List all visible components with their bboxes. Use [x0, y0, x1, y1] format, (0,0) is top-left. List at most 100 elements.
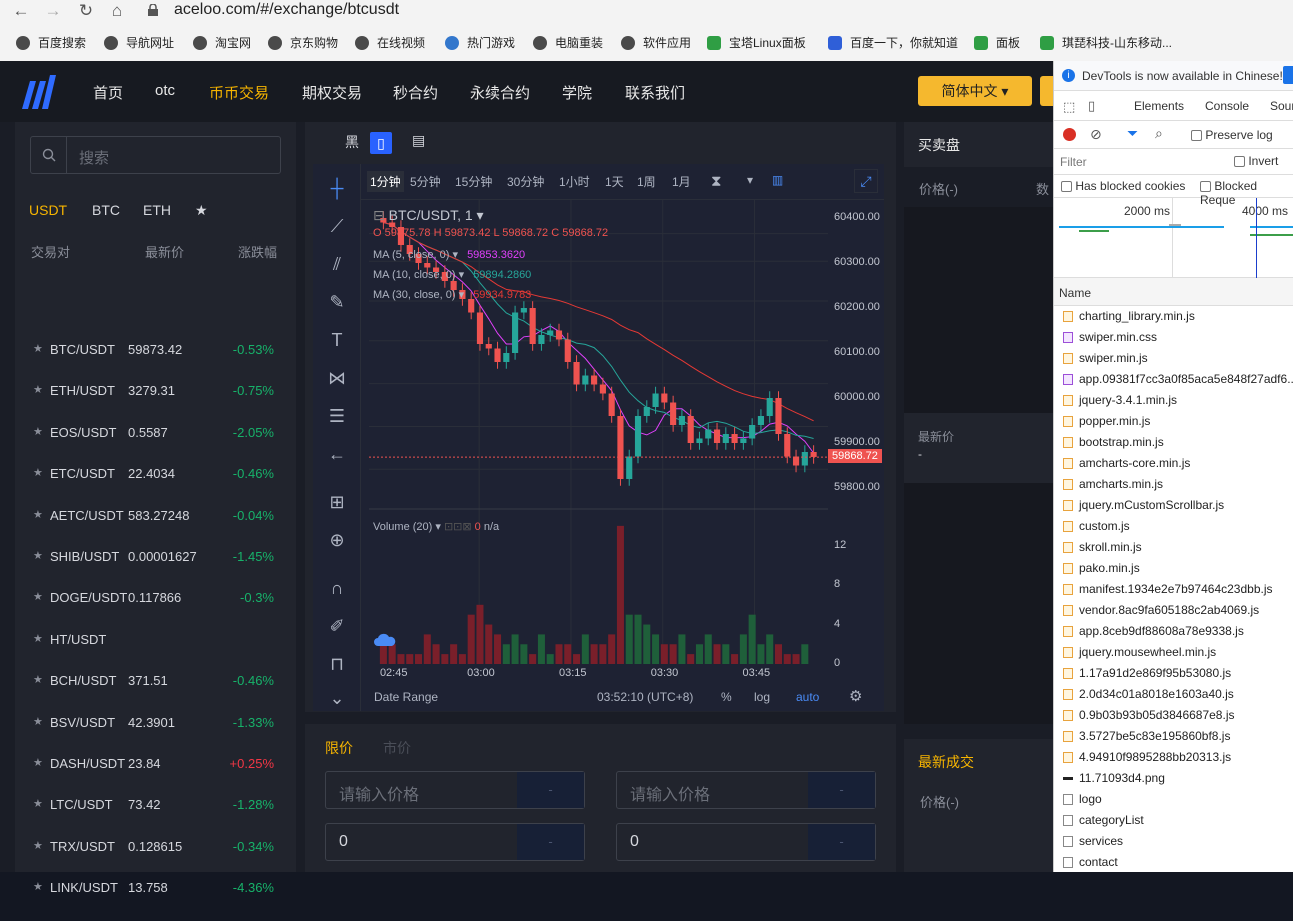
star-icon[interactable]: ★: [33, 797, 43, 810]
name-column-header[interactable]: Name: [1054, 278, 1293, 306]
star-icon[interactable]: ★: [33, 466, 43, 479]
bookmark-item[interactable]: 京东购物: [268, 34, 338, 52]
nav-item[interactable]: 联系我们: [625, 82, 685, 103]
fork-icon[interactable]: ⫽: [325, 252, 349, 276]
invert-checkbox[interactable]: Invert: [1234, 154, 1278, 168]
price-axis[interactable]: 60400.00 60300.00 60200.00 60100.00 60000.00…: [828, 200, 884, 679]
network-request[interactable]: app.09381f7cc3a0f85aca5e848f27adf6...: [1054, 369, 1293, 390]
network-request[interactable]: popper.min.js: [1054, 411, 1293, 432]
magnet-icon[interactable]: ∩: [325, 576, 349, 600]
network-request[interactable]: amcharts.min.js: [1054, 474, 1293, 495]
bookmark-item[interactable]: 宝塔Linux面板: [707, 34, 806, 52]
market-row[interactable]: ★ EOS/USDT 0.5587 -2.05%: [15, 425, 296, 466]
network-request[interactable]: 4.94910f9895288bb20313.js: [1054, 747, 1293, 768]
buy-price-input[interactable]: 请输入价格 -: [325, 771, 585, 809]
network-request[interactable]: 1.17a91d2e869f95b53080.js: [1054, 663, 1293, 684]
record-icon[interactable]: [1063, 128, 1076, 141]
date-range-button[interactable]: Date Range: [374, 690, 438, 704]
bookmark-item[interactable]: 面板: [974, 34, 1020, 52]
interval-1[interactable]: 5分钟: [410, 173, 441, 190]
home-icon[interactable]: ⌂: [106, 1, 128, 23]
theme-selected-icon[interactable]: ▯: [370, 132, 392, 154]
fullscreen-icon[interactable]: ⤢: [854, 169, 878, 193]
zoom-icon[interactable]: ⊕: [325, 528, 349, 552]
interval-3[interactable]: 30分钟: [507, 173, 544, 190]
market-row[interactable]: ★ DOGE/USDT 0.117866 -0.3%: [15, 590, 296, 631]
theme-dark-toggle[interactable]: 黑: [345, 132, 359, 152]
logo-icon[interactable]: [18, 75, 58, 109]
interval-2[interactable]: 15分钟: [455, 173, 492, 190]
network-request[interactable]: 2.0d34c01a8018e1603a40.js: [1054, 684, 1293, 705]
preserve-log-checkbox[interactable]: Preserve log: [1191, 128, 1273, 142]
interval-6[interactable]: 1周: [637, 173, 656, 190]
market-row[interactable]: ★ TRX/USDT 0.128615 -0.34%: [15, 839, 296, 880]
star-icon[interactable]: ★: [33, 715, 43, 728]
market-row[interactable]: ★ AETC/USDT 583.27248 -0.04%: [15, 508, 296, 549]
sell-price-input[interactable]: 请输入价格 -: [616, 771, 876, 809]
nav-item[interactable]: otc: [155, 82, 175, 99]
back-arrow-icon[interactable]: ←: [10, 1, 32, 23]
network-request[interactable]: app.8ceb9df88608a78e9338.js: [1054, 621, 1293, 642]
star-icon[interactable]: ★: [33, 756, 43, 769]
network-request[interactable]: jquery-3.4.1.min.js: [1054, 390, 1293, 411]
nav-item[interactable]: 期权交易: [302, 82, 362, 103]
network-request[interactable]: charting_library.min.js: [1054, 306, 1293, 327]
star-icon[interactable]: ★: [33, 342, 43, 355]
nav-item[interactable]: 币币交易: [209, 82, 269, 103]
has-blocked-checkbox[interactable]: Has blocked cookies: [1061, 179, 1185, 193]
bookmark-item[interactable]: 电脑重装: [533, 34, 603, 52]
percent-toggle[interactable]: %: [721, 690, 732, 704]
network-request[interactable]: jquery.mCustomScrollbar.js: [1054, 495, 1293, 516]
bookmark-item[interactable]: 在线视频: [355, 34, 425, 52]
bookmark-item[interactable]: 百度搜索: [16, 34, 86, 52]
ruler-icon[interactable]: ⊞: [325, 490, 349, 514]
brush-icon[interactable]: ✎: [325, 290, 349, 314]
lock-icon[interactable]: ⊓: [325, 652, 349, 676]
network-request[interactable]: 0.9b03b93b05d3846687e8.js: [1054, 705, 1293, 726]
network-request[interactable]: amcharts-core.min.js: [1054, 453, 1293, 474]
nav-item[interactable]: 首页: [93, 82, 123, 103]
tab-market[interactable]: 市价: [383, 738, 411, 758]
market-tab[interactable]: ETH: [143, 202, 171, 218]
market-row[interactable]: ★ BSV/USDT 42.3901 -1.33%: [15, 715, 296, 756]
market-row[interactable]: ★ ETC/USDT 22.4034 -0.46%: [15, 466, 296, 507]
network-timeline[interactable]: 2000 ms 4000 ms: [1054, 198, 1293, 278]
network-request[interactable]: pako.min.js: [1054, 558, 1293, 579]
network-request[interactable]: logo: [1054, 789, 1293, 810]
bookmark-item[interactable]: 软件应用: [621, 34, 691, 52]
tab-limit[interactable]: 限价: [325, 738, 353, 758]
filter-input[interactable]: Filter: [1060, 155, 1087, 169]
clear-icon[interactable]: ⊘: [1090, 126, 1102, 143]
indicators-icon[interactable]: ▥: [772, 173, 783, 187]
network-request[interactable]: custom.js: [1054, 516, 1293, 537]
market-row[interactable]: ★ BCH/USDT 371.51 -0.46%: [15, 673, 296, 714]
network-request[interactable]: 3.5727be5c83e195860bf8.js: [1054, 726, 1293, 747]
buy-amount-input[interactable]: 0-: [325, 823, 585, 861]
network-request[interactable]: swiper.min.css: [1054, 327, 1293, 348]
forward-arrow-icon[interactable]: →: [42, 1, 64, 23]
bookmark-item[interactable]: 百度一下，你就知道: [828, 34, 958, 52]
market-tab[interactable]: USDT: [29, 202, 67, 218]
bookmark-item[interactable]: 淘宝网: [193, 34, 251, 52]
star-icon[interactable]: ★: [33, 632, 43, 645]
network-request[interactable]: bootstrap.min.js: [1054, 432, 1293, 453]
network-request[interactable]: contact: [1054, 852, 1293, 873]
star-icon[interactable]: ★: [33, 425, 43, 438]
filter-icon[interactable]: ⏷: [1127, 125, 1138, 142]
market-row[interactable]: ★ ETH/USDT 3279.31 -0.75%: [15, 383, 296, 424]
text-tool-icon[interactable]: T: [325, 328, 349, 352]
market-tab[interactable]: ★: [195, 202, 208, 219]
device-toggle-icon[interactable]: ▯: [1088, 98, 1095, 114]
interval-4[interactable]: 1小时: [559, 173, 590, 190]
interval-7[interactable]: 1月: [672, 173, 691, 190]
language-button[interactable]: 简体中文 ▾: [918, 76, 1032, 106]
network-request[interactable]: jquery.mousewheel.min.js: [1054, 642, 1293, 663]
star-icon[interactable]: ★: [33, 383, 43, 396]
network-request[interactable]: manifest.1934e2e7b97464c23dbb.js: [1054, 579, 1293, 600]
market-row[interactable]: ★ LTC/USDT 73.42 -1.28%: [15, 797, 296, 838]
address-bar[interactable]: aceloo.com/#/exchange/btcusdt: [148, 1, 399, 19]
tab-elements[interactable]: Elements: [1134, 99, 1184, 113]
bookmark-item[interactable]: 热门游戏: [445, 34, 515, 52]
secondary-nav-button[interactable]: [1040, 76, 1053, 106]
network-request[interactable]: 11.71093d4.png: [1054, 768, 1293, 789]
